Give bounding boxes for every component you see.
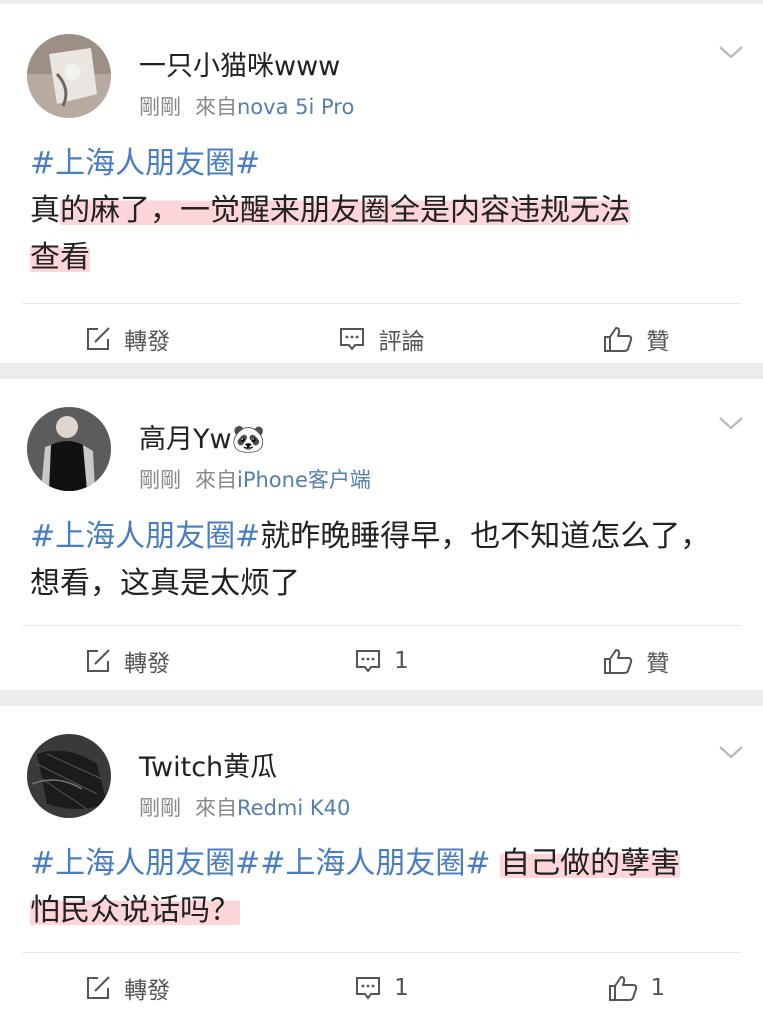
like-button[interactable]: 1 [509, 974, 763, 1002]
comment-count: 1 [394, 975, 409, 1001]
like-count: 1 [650, 975, 666, 1001]
comment-button[interactable]: 1 [254, 648, 508, 674]
post-meta: 剛剛 來自nova 5i Pro [139, 91, 354, 121]
comment-label: 評論 [378, 329, 425, 355]
source-prefix: 來自 [195, 796, 237, 820]
highlighted-text: 自己做的孽害 [500, 846, 681, 881]
comment-icon [354, 648, 394, 674]
post-card[interactable]: Twitch黄瓜 剛剛 來自Redmi K40 #上海人朋友圈##上海人朋友圈# … [0, 706, 763, 1024]
username-text: 高月Yw [139, 424, 232, 455]
username[interactable]: 一只小猫咪www [139, 44, 340, 83]
source-device[interactable]: Redmi K40 [237, 796, 350, 820]
action-bar: 轉發 評論 贊 [0, 304, 763, 374]
post-text-segment: 真 [30, 193, 60, 228]
post-card[interactable]: 高月Yw🐼 剛剛 來自iPhone客户端 #上海人朋友圈#就昨晚睡得早，也不知道怎… [0, 379, 763, 690]
repost-button[interactable]: 轉發 [0, 322, 254, 356]
avatar[interactable] [27, 407, 111, 491]
action-bar: 轉發 1 1 [0, 953, 763, 1023]
post-meta: 剛剛 來自Redmi K40 [139, 792, 350, 822]
action-bar: 轉發 1 贊 [0, 626, 763, 696]
post-meta: 剛剛 來自iPhone客户端 [139, 464, 371, 494]
username[interactable]: 高月Yw🐼 [139, 417, 265, 456]
post-time: 剛剛 [139, 468, 181, 492]
post-text: #上海人朋友圈##上海人朋友圈# 自己做的孽害 怕民众说话吗？ [0, 816, 763, 934]
source-prefix: 來自 [195, 468, 237, 492]
repost-label: 轉發 [124, 978, 171, 1004]
post-card[interactable]: 一只小猫咪www 剛剛 來自nova 5i Pro #上海人朋友圈# 真的麻了，一… [0, 4, 763, 363]
thumbs-up-icon [607, 974, 651, 1002]
chevron-down-icon[interactable] [717, 42, 745, 62]
source-prefix: 來自 [195, 95, 237, 119]
comment-icon [354, 975, 394, 1001]
highlighted-text: 查看 [30, 240, 90, 275]
feed: 一只小猫咪www 剛剛 來自nova 5i Pro #上海人朋友圈# 真的麻了，一… [0, 0, 763, 1024]
repost-button[interactable]: 轉發 [0, 644, 254, 678]
hashtag-link[interactable]: #上海人朋友圈# [30, 519, 260, 554]
chevron-down-icon[interactable] [717, 742, 745, 762]
highlighted-text: 怕民众说话吗？ [30, 893, 240, 928]
post-time: 剛剛 [139, 95, 181, 119]
chevron-down-icon[interactable] [717, 413, 745, 433]
avatar[interactable] [27, 34, 111, 118]
comment-button[interactable]: 1 [254, 975, 508, 1001]
like-label: 贊 [646, 651, 670, 677]
post-header: Twitch黄瓜 剛剛 來自Redmi K40 [0, 706, 763, 820]
like-button[interactable]: 贊 [509, 644, 763, 678]
post-header: 高月Yw🐼 剛剛 來自iPhone客户端 [0, 379, 763, 492]
repost-icon [84, 975, 124, 1001]
post-text: #上海人朋友圈# 真的麻了，一觉醒来朋友圈全是内容违规无法 查看 [0, 114, 763, 281]
thumbs-up-icon [602, 325, 646, 353]
post-header: 一只小猫咪www 剛剛 來自nova 5i Pro [0, 4, 763, 119]
comment-button[interactable]: 評論 [254, 322, 508, 356]
post-time: 剛剛 [139, 796, 181, 820]
hashtag-link[interactable]: #上海人朋友圈# [30, 146, 260, 181]
comment-count: 1 [394, 648, 409, 674]
like-label: 贊 [646, 329, 670, 355]
repost-button[interactable]: 轉發 [0, 971, 254, 1005]
username[interactable]: Twitch黄瓜 [139, 745, 277, 784]
source-device[interactable]: iPhone客户端 [237, 468, 371, 492]
comment-icon [338, 326, 378, 352]
repost-label: 轉發 [124, 329, 171, 355]
avatar[interactable] [27, 734, 111, 818]
source-device[interactable]: nova 5i Pro [237, 95, 354, 119]
repost-icon [84, 326, 124, 352]
post-text: #上海人朋友圈#就昨晚睡得早，也不知道怎么了，想看，这真是太烦了 [0, 489, 763, 607]
hashtag-link[interactable]: #上海人朋友圈##上海人朋友圈# [30, 846, 491, 881]
repost-icon [84, 648, 124, 674]
like-button[interactable]: 贊 [509, 322, 763, 356]
highlighted-text: 的麻了，一觉醒来朋友圈全是内容违规无法 [60, 193, 630, 228]
repost-label: 轉發 [124, 651, 171, 677]
thumbs-up-icon [602, 647, 646, 675]
panda-emoji: 🐼 [231, 424, 266, 455]
